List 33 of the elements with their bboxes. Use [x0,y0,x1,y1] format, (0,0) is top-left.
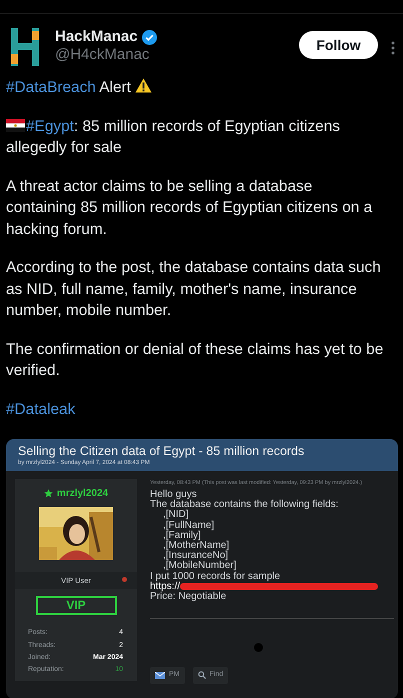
field-name: ,[InsuranceNo] [162,551,228,562]
follow-button[interactable]: Follow [299,31,378,59]
envelope-icon [155,672,165,679]
logo-icon [11,28,39,66]
tweet-text: #Egypt: 85 million records of Egyptian citizens allegedly for sale [6,116,341,158]
post-text: Price: Negotiable [150,592,228,602]
thread-title: Selling the Citizen data of Egypt - 85 million records [18,444,306,459]
post-text: The database contains the following fields: [150,500,340,510]
tweet-text: The confirmation or denial of these claims has yet to be verified. [6,340,384,381]
field-name: ,[MobileNumber] [162,561,238,572]
tweet-text: A threat actor claims to be selling a database containing 85 million records of Egyptian citizens on a hacking forum. [6,176,374,240]
vip-badge: VIP [36,596,116,616]
hashtag-link[interactable]: #Dataleak [6,400,76,418]
dot [254,643,263,652]
tweet-text: #DataBreach Alert [6,77,385,98]
hashtag-link[interactable]: #Egypt [26,118,74,134]
field-name: ,[MotherName] [162,541,230,552]
tweet-text: According to the post, the database contains data such as NID, full name, family, mother's name, insurance number, mobile number. [6,258,382,321]
more-icon[interactable] [391,40,395,55]
username-link[interactable]: mrzlyl2024 [56,486,108,501]
author-name: HackManac [55,28,138,46]
post-link[interactable]: https:// [150,582,180,592]
field-name: ,[FullName] [162,520,216,531]
flag-icon [6,118,25,132]
author-handle[interactable]: @H4ckManac [55,46,157,64]
search-icon [198,671,206,680]
warning-icon [135,78,152,93]
post-text: Hello guys [150,490,197,500]
hashtag-link[interactable]: #DataBreach [6,79,96,96]
field-name: ,[NID] [162,510,190,520]
star-icon [44,489,53,498]
post-text: I put 1000 records for sample [150,572,282,582]
field-name: ,[Family] [162,530,201,541]
